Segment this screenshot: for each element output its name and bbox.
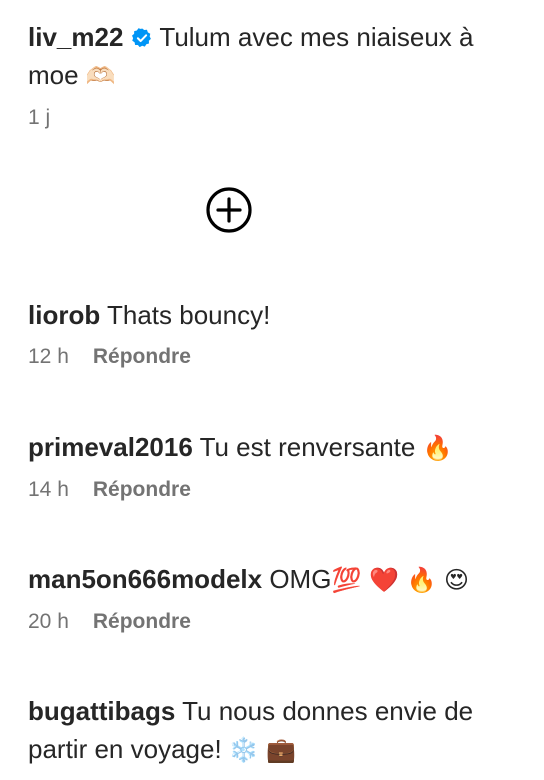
comment-meta: 20 h Répondre <box>28 607 528 637</box>
comment-item: primeval2016 Tu est renversante 🔥 14 h Ré… <box>28 428 528 505</box>
comment-item: bugattibags Tu nous donnes envie de part… <box>28 692 528 769</box>
comment-emoji: 💯 ❤️ 🔥 😍 <box>331 566 469 594</box>
comment-meta: 14 h Répondre <box>28 475 528 505</box>
comment-text: Tu est renversante <box>199 432 416 462</box>
plus-circle-icon <box>205 186 253 234</box>
comment-emoji: 🔥 <box>422 434 453 462</box>
reply-button[interactable]: Répondre <box>93 478 191 501</box>
comment-meta: 12 h Répondre <box>28 342 528 372</box>
comment-text-line: bugattibags Tu nous donnes envie de part… <box>28 692 528 769</box>
comment-text-line: man5on666modelx OMG💯 ❤️ 🔥 😍 <box>28 560 528 599</box>
comment-time[interactable]: 14 h <box>28 475 69 505</box>
comment-username[interactable]: bugattibags <box>28 696 175 726</box>
comment-time[interactable]: 12 h <box>28 342 69 372</box>
comment-item: man5on666modelx OMG💯 ❤️ 🔥 😍 20 h Répondre <box>28 560 528 637</box>
comment-text-line: primeval2016 Tu est renversante 🔥 <box>28 428 528 467</box>
caption-block: liv_m22 Tulum avec mes niaiseux à moe 🫶🏻 … <box>28 18 528 133</box>
caption-emoji: 🫶🏻 <box>85 62 116 90</box>
verified-badge-icon <box>131 21 153 48</box>
comment-username[interactable]: primeval2016 <box>28 432 193 462</box>
comment-time[interactable]: 20 h <box>28 607 69 637</box>
comment-text: Thats bouncy! <box>106 300 271 330</box>
caption-meta: 1 j <box>28 103 528 133</box>
comment-item: liorob Thats bouncy! 12 h Répondre <box>28 296 528 372</box>
comment-username[interactable]: liorob <box>28 300 100 330</box>
comment-emoji: ❄️ 💼 <box>228 736 297 764</box>
reply-button[interactable]: Répondre <box>93 345 191 368</box>
comment-username[interactable]: man5on666modelx <box>28 564 262 594</box>
caption-username[interactable]: liv_m22 <box>28 22 123 52</box>
comment-text: OMG <box>269 564 332 594</box>
reply-button[interactable]: Répondre <box>93 610 191 633</box>
comment-text-line: liorob Thats bouncy! <box>28 296 528 334</box>
caption-time[interactable]: 1 j <box>28 103 50 133</box>
load-more-button[interactable] <box>205 186 253 234</box>
caption-text-line: liv_m22 Tulum avec mes niaiseux à moe 🫶🏻 <box>28 18 528 95</box>
